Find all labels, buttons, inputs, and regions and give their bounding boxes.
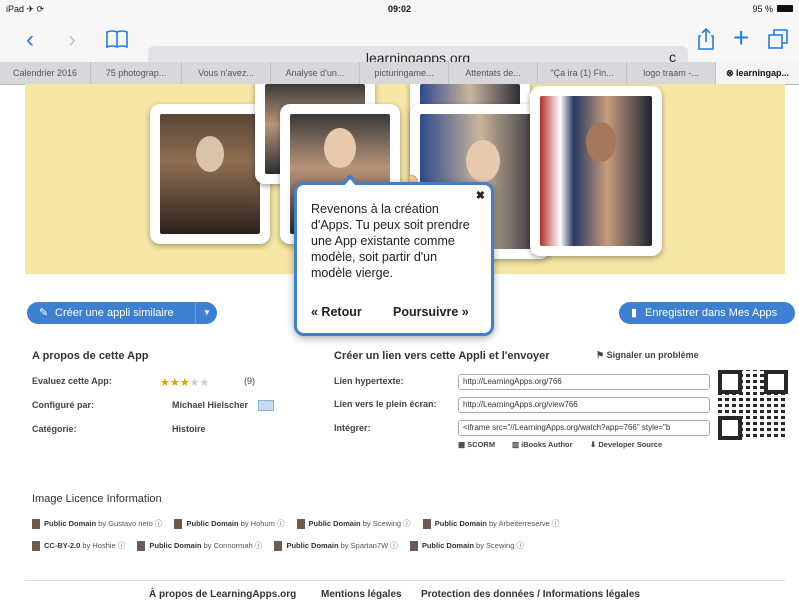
photo-card bbox=[530, 86, 662, 256]
flag-icon: ⚑ bbox=[596, 350, 607, 360]
close-tab-icon[interactable]: ⊗ bbox=[726, 68, 736, 78]
licence-row: Public Domain by Gustavo neto ⓘ Public D… bbox=[32, 518, 569, 530]
photo-card bbox=[150, 104, 270, 244]
scorm-link[interactable]: ▦ SCORM bbox=[458, 440, 495, 449]
licence-item: Public Domain by Connormah ⓘ bbox=[137, 540, 262, 552]
licence-item: Public Domain by Scewing ⓘ bbox=[296, 518, 411, 530]
tab-item[interactable]: Calendrier 2016 bbox=[0, 62, 91, 84]
licence-item: Public Domain by Hohum ⓘ bbox=[174, 518, 284, 530]
scorm-icon: ▦ bbox=[458, 440, 468, 449]
star-icon[interactable]: ★ bbox=[170, 377, 180, 389]
book-icon: ▥ bbox=[512, 440, 522, 449]
privacy-link[interactable]: Protection des données / Informations lé… bbox=[421, 589, 640, 600]
status-bar: iPad ✈ ⟳ 09:02 95 % bbox=[0, 0, 799, 18]
popup-arrow-inner bbox=[344, 179, 356, 186]
bookmark-icon: ▮ bbox=[631, 307, 638, 319]
category-value[interactable]: Histoire bbox=[172, 424, 206, 434]
tabs-icon[interactable] bbox=[768, 29, 788, 54]
tab-item[interactable]: 75 photograp... bbox=[91, 62, 182, 84]
licence-item: Public Domain by Spartan7W ⓘ bbox=[274, 540, 398, 552]
save-to-my-apps-button[interactable]: ▮ Enregistrer dans Mes Apps bbox=[619, 302, 795, 324]
licence-item: Public Domain by Gustavo neto ⓘ bbox=[32, 518, 162, 530]
legal-link[interactable]: Mentions légales bbox=[321, 589, 402, 600]
save-label: Enregistrer dans Mes Apps bbox=[645, 307, 778, 319]
embed-code-field[interactable]: <iframe src="//LearningApps.org/watch?ap… bbox=[458, 420, 710, 436]
about-title: A propos de cette App bbox=[32, 350, 149, 362]
fullscreen-link-field[interactable]: http://LearningApps.org/view766 bbox=[458, 397, 710, 413]
rate-label: Evaluez cette App: bbox=[32, 376, 112, 386]
next-button[interactable]: Poursuivre » bbox=[393, 305, 469, 319]
category-label: Catégorie: bbox=[32, 424, 77, 434]
tab-item-active[interactable]: ⊗ learningap... bbox=[716, 62, 799, 84]
browser-toolbar: ‹ › learningapps.org c + bbox=[0, 18, 799, 70]
embed-label: Intégrer: bbox=[334, 423, 371, 433]
new-tab-icon[interactable]: + bbox=[733, 24, 749, 52]
tab-item[interactable]: Vous n'avez... bbox=[182, 62, 271, 84]
popup-message: Revenons à la création d'Apps. Tu peux s… bbox=[311, 202, 470, 280]
tab-item[interactable]: "Ça ira (1) Fin... bbox=[538, 62, 627, 84]
licence-title: Image Licence Information bbox=[32, 493, 162, 505]
rating-stars[interactable]: ★★★★★ bbox=[160, 373, 209, 391]
portrait-image bbox=[160, 114, 260, 234]
edit-icon: ✎ bbox=[39, 307, 49, 319]
status-time: 09:02 bbox=[387, 4, 412, 14]
star-icon[interactable]: ★ bbox=[190, 377, 200, 389]
battery-icon bbox=[777, 5, 793, 12]
forward-icon[interactable]: › bbox=[68, 28, 76, 52]
share-icon[interactable] bbox=[698, 27, 714, 55]
tab-item[interactable]: Attentats de... bbox=[449, 62, 538, 84]
configured-value[interactable]: Michael Hielscher bbox=[172, 400, 248, 410]
tab-strip: Calendrier 2016 75 photograp... Vous n'a… bbox=[0, 62, 799, 85]
licence-item: Public Domain by Scewing ⓘ bbox=[409, 540, 524, 552]
rating-count: (9) bbox=[244, 376, 255, 386]
tab-item[interactable]: logo traam -... bbox=[627, 62, 716, 84]
configured-label: Configuré par: bbox=[32, 400, 94, 410]
back-button[interactable]: « Retour bbox=[311, 305, 362, 319]
star-icon[interactable]: ★ bbox=[180, 377, 190, 389]
create-similar-app-button[interactable]: ✎ Créer une appli similaire ▼ bbox=[27, 302, 217, 324]
dropdown-caret-icon[interactable]: ▼ bbox=[203, 302, 211, 324]
bookmarks-icon[interactable] bbox=[106, 29, 128, 55]
star-icon[interactable]: ★ bbox=[200, 377, 210, 389]
ibooks-link[interactable]: ▥ iBooks Author bbox=[512, 440, 573, 449]
create-similar-label: Créer une appli similaire bbox=[55, 307, 174, 319]
battery-percent: 95 % bbox=[752, 4, 773, 14]
tab-item[interactable]: picturingame... bbox=[360, 62, 449, 84]
developer-source-link[interactable]: ⬇ Developer Source bbox=[590, 440, 662, 449]
report-problem-link[interactable]: ⚑ Signaler un problème bbox=[596, 350, 699, 361]
licence-row: CC-BY-2.0 by Hoshie ⓘ Public Domain by C… bbox=[32, 540, 534, 552]
mail-icon[interactable] bbox=[258, 400, 274, 411]
tutorial-popup: ✖ Revenons à la création d'Apps. Tu peux… bbox=[294, 174, 494, 336]
about-link[interactable]: À propos de LearningApps.org bbox=[149, 589, 296, 600]
star-icon[interactable]: ★ bbox=[160, 377, 170, 389]
portrait-image bbox=[540, 96, 652, 246]
fullscreen-link-label: Lien vers le plein écran: bbox=[334, 399, 437, 409]
licence-item: Public Domain by Arbeiterreserve ⓘ bbox=[422, 518, 559, 530]
hyperlink-label: Lien hypertexte: bbox=[334, 376, 404, 386]
divider bbox=[195, 302, 196, 324]
hyperlink-field[interactable]: http://LearningApps.org/766 bbox=[458, 374, 710, 390]
page-footer: À propos de LearningApps.org Mentions lé… bbox=[25, 580, 785, 605]
tab-item[interactable]: Analyse d'un... bbox=[271, 62, 360, 84]
qr-code bbox=[718, 370, 788, 440]
licence-item: CC-BY-2.0 by Hoshie ⓘ bbox=[32, 540, 125, 552]
share-title: Créer un lien vers cette Appli et l'envo… bbox=[334, 350, 550, 362]
back-icon[interactable]: ‹ bbox=[26, 28, 34, 52]
